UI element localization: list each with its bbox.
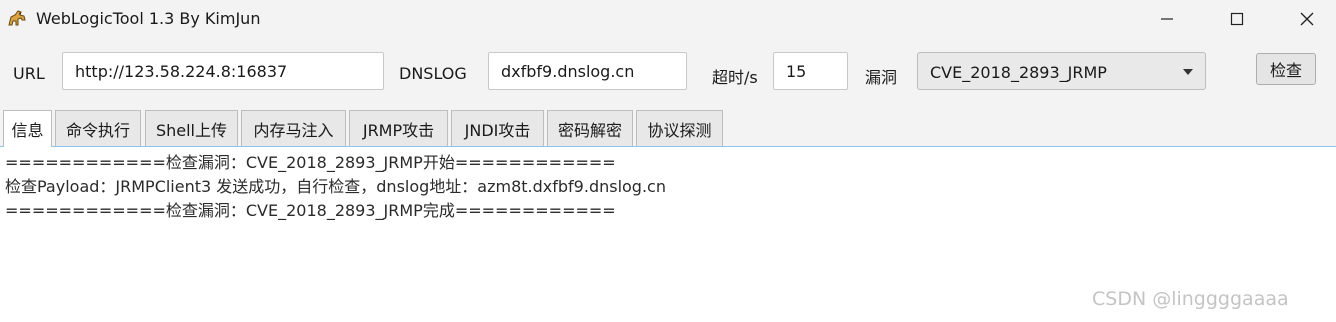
- url-input[interactable]: [62, 52, 384, 90]
- output-line: 检查Payload：JRMPClient3 发送成功，自行检查，dnslog地址…: [5, 177, 666, 196]
- title-bar: WebLogicTool 1.3 By KimJun: [0, 0, 1336, 38]
- close-icon: [1300, 12, 1314, 26]
- tab-protocol-detect[interactable]: 协议探测: [636, 110, 723, 146]
- tab-jrmp-attack[interactable]: JRMP攻击: [349, 110, 448, 146]
- timeout-label: 超时/s: [712, 68, 758, 87]
- dnslog-label: DNSLOG: [399, 64, 467, 83]
- watermark: CSDN @linggggaaaa: [1092, 288, 1289, 310]
- minimize-button[interactable]: [1144, 0, 1190, 38]
- tab-memshell-inject[interactable]: 内存马注入: [241, 110, 346, 146]
- output-line: ============检查漏洞：CVE_2018_2893_JRMP开始===…: [5, 153, 616, 172]
- tab-jndi-attack[interactable]: JNDI攻击: [451, 110, 544, 146]
- tab-password-decrypt[interactable]: 密码解密: [547, 110, 633, 146]
- vuln-select[interactable]: CVE_2018_2893_JRMP: [917, 52, 1206, 90]
- vuln-label: 漏洞: [865, 68, 898, 87]
- tab-info[interactable]: 信息: [3, 110, 52, 147]
- maximize-button[interactable]: [1214, 0, 1260, 38]
- timeout-input[interactable]: [773, 52, 848, 90]
- tab-command-exec[interactable]: 命令执行: [55, 110, 141, 146]
- close-button[interactable]: [1284, 0, 1330, 38]
- maximize-icon: [1230, 12, 1244, 26]
- url-label: URL: [13, 64, 45, 83]
- window-title: WebLogicTool 1.3 By KimJun: [36, 9, 261, 28]
- minimize-icon: [1161, 18, 1173, 20]
- dnslog-input[interactable]: [488, 52, 687, 90]
- tab-shell-upload[interactable]: Shell上传: [145, 110, 238, 146]
- chevron-down-icon: [1183, 69, 1193, 75]
- app-horse-icon: [8, 10, 26, 26]
- toolbar: URL DNSLOG 超时/s 漏洞 CVE_2018_2893_JRMP 检查: [0, 38, 1336, 102]
- output-line: ============检查漏洞：CVE_2018_2893_JRMP完成===…: [5, 201, 616, 220]
- tab-bar: 信息 命令执行 Shell上传 内存马注入 JRMP攻击 JNDI攻击 密码解密…: [0, 102, 1336, 147]
- vuln-select-value: CVE_2018_2893_JRMP: [930, 63, 1107, 82]
- check-button[interactable]: 检查: [1256, 53, 1316, 85]
